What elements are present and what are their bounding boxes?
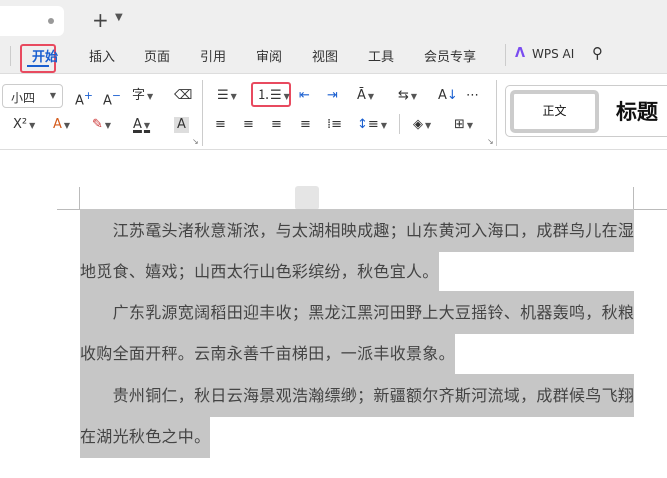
superscript-button[interactable]: X² ▼ <box>13 117 35 134</box>
paragraph-dialog-launcher-icon[interactable]: ↘ <box>487 137 494 146</box>
margin-corner-right <box>633 187 667 210</box>
increase-indent-icon[interactable]: ⇥ <box>327 88 338 104</box>
divider <box>202 80 203 146</box>
active-tab-underline <box>27 65 49 67</box>
divider <box>496 80 497 146</box>
align-center-icon[interactable]: ≡ <box>243 117 254 133</box>
wps-ai-logo-icon: Ʌ <box>515 46 526 61</box>
tab-bar: + ▼ <box>0 0 667 38</box>
superscript-label: X² <box>13 117 28 132</box>
decrease-font-icon[interactable]: A− <box>103 88 121 109</box>
bullet-list-icon[interactable]: ☰ ▼ <box>217 88 237 105</box>
tab-insert[interactable]: 插入 <box>89 46 115 65</box>
justify-active-bg <box>295 186 319 210</box>
divider <box>505 44 506 66</box>
tab-membership[interactable]: 会员专享 <box>424 46 476 65</box>
numbered-list-icon[interactable]: ⒈☰ ▼ <box>257 88 290 105</box>
decrease-indent-icon[interactable]: ⇤ <box>299 88 310 104</box>
paragraph[interactable]: 贵州铜仁，秋日云海景观浩瀚缥缈；新疆额尔齐斯河流域，成群候鸟飞翔在湖光秋色之中。 <box>80 374 635 458</box>
increase-font-icon[interactable]: A+ <box>75 88 93 109</box>
paragraph-text: 广东乳源宽阔稻田迎丰收；黑龙江黑河田野上大豆摇铃、机器轰鸣，秋粮收购全面开秤。云… <box>80 291 635 375</box>
paragraph-text: 贵州铜仁，秋日云海景观浩瀚缥缈；新疆额尔齐斯河流域，成群候鸟飞翔在湖光秋色之中。 <box>80 374 635 458</box>
char-shading-icon[interactable]: A <box>174 117 189 133</box>
align-right-icon[interactable]: ≡ <box>271 117 282 133</box>
style-title[interactable]: 标题 <box>616 96 658 126</box>
clear-format-icon[interactable]: ⌫ <box>174 88 192 104</box>
divider <box>10 46 11 66</box>
new-tab-button[interactable]: + <box>92 8 109 32</box>
paragraph[interactable]: 广东乳源宽阔稻田迎丰收；黑龙江黑河田野上大豆摇铃、机器轰鸣，秋粮收购全面开秤。云… <box>80 291 635 375</box>
phonetic-guide-icon[interactable]: 字 ▼ <box>132 88 153 105</box>
tab-view[interactable]: 视图 <box>312 46 338 65</box>
text-effect-icon[interactable]: A ▼ <box>53 117 70 134</box>
paragraph[interactable]: 江苏鼋头渚秋意渐浓，与太湖相映成趣；山东黄河入海口，成群鸟儿在湿地觅食、嬉戏；山… <box>80 209 635 293</box>
margin-corner-left <box>57 187 80 210</box>
search-icon[interactable]: ⚲ <box>592 44 603 62</box>
font-size-value: 小四 <box>11 91 36 105</box>
tab-tools[interactable]: 工具 <box>368 46 394 65</box>
font-dialog-launcher-icon[interactable]: ↘ <box>192 137 199 146</box>
tab-review[interactable]: 审阅 <box>256 46 282 65</box>
sort-icon[interactable]: A↓ <box>438 88 458 104</box>
tab-references[interactable]: 引用 <box>200 46 226 65</box>
align-left-icon[interactable]: ≡ <box>215 117 226 133</box>
borders-icon[interactable]: ⊞ ▼ <box>454 117 473 134</box>
line-spacing-icon[interactable]: ↕≡ ▼ <box>357 117 387 134</box>
font-color-icon[interactable]: A ▼ <box>133 117 150 134</box>
menu-bar: 开始 插入 页面 引用 审阅 视图 工具 会员专享 Ʌ WPS AI ⚲ <box>0 38 667 74</box>
tab-home[interactable]: 开始 <box>32 46 58 65</box>
paragraph-text: 江苏鼋头渚秋意渐浓，与太湖相映成趣；山东黄河入海口，成群鸟儿在湿地觅食、嬉戏；山… <box>80 209 635 293</box>
font-size-select[interactable]: 小四 ▼ <box>2 84 63 108</box>
text-direction-icon[interactable]: ⇆ ▼ <box>398 88 417 105</box>
wps-ai-button[interactable]: WPS AI <box>532 47 574 61</box>
tab-stops-icon[interactable]: ⋯ <box>466 88 479 104</box>
style-normal[interactable]: 正文 <box>510 90 599 133</box>
tab-page[interactable]: 页面 <box>144 46 170 65</box>
chevron-down-icon: ▼ <box>49 91 56 100</box>
document-tab[interactable] <box>0 6 64 36</box>
paragraph-shading-icon[interactable]: ◈ ▼ <box>413 117 431 134</box>
chevron-down-icon[interactable]: ▼ <box>115 12 123 23</box>
divider <box>399 114 400 134</box>
styles-gallery: 正文 标题 <box>505 85 667 137</box>
char-spacing-icon[interactable]: Ā ▼ <box>357 88 374 105</box>
unsaved-dot-icon <box>48 18 54 24</box>
justify-icon[interactable]: ≡ <box>300 117 311 133</box>
highlight-color-icon[interactable]: ✎ ▼ <box>92 117 111 134</box>
distributed-align-icon[interactable]: ⁞≡ <box>327 117 342 133</box>
